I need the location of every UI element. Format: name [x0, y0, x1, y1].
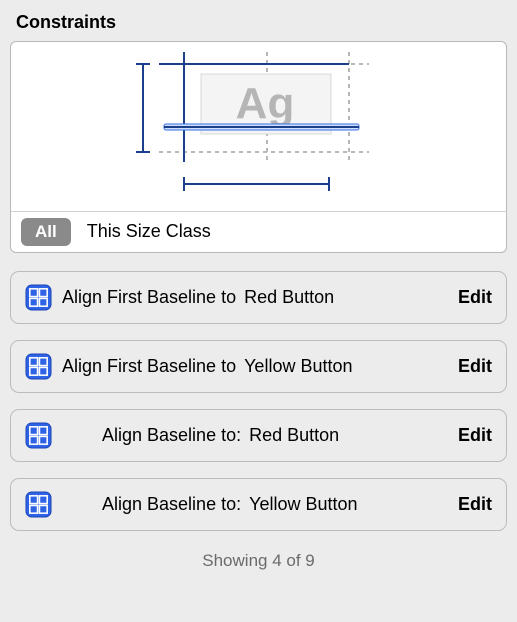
constraints-preview-panel: Ag All This Size Class	[10, 41, 507, 253]
scope-this-size-class[interactable]: This Size Class	[87, 221, 211, 242]
constraint-target[interactable]: Yellow Button	[249, 494, 357, 515]
edit-button[interactable]: Edit	[458, 287, 492, 308]
constraint-preview[interactable]: Ag	[11, 42, 506, 212]
scope-all-pill[interactable]: All	[21, 218, 71, 246]
constraint-relation: Align First Baseline to	[62, 356, 236, 377]
preview-glyph: Ag	[235, 79, 294, 128]
constraint-relation: Align First Baseline to	[62, 287, 236, 308]
constraint-target[interactable]: Yellow Button	[244, 356, 352, 377]
constraint-relation: Align Baseline to:	[102, 494, 241, 515]
constraint-icon	[25, 422, 52, 449]
scope-filter: All This Size Class	[11, 212, 506, 252]
edit-button[interactable]: Edit	[458, 356, 492, 377]
section-title: Constraints	[16, 12, 507, 33]
edit-button[interactable]: Edit	[458, 494, 492, 515]
constraint-icon	[25, 353, 52, 380]
constraint-target[interactable]: Red Button	[249, 425, 339, 446]
constraint-row[interactable]: Align First Baseline to Yellow Button Ed…	[10, 340, 507, 393]
constraint-row[interactable]: Align Baseline to: Red Button Edit	[10, 409, 507, 462]
constraint-list: Align First Baseline to Red Button Edit …	[10, 271, 507, 531]
constraint-icon	[25, 491, 52, 518]
edit-button[interactable]: Edit	[458, 425, 492, 446]
constraint-row[interactable]: Align Baseline to: Yellow Button Edit	[10, 478, 507, 531]
constraint-icon	[25, 284, 52, 311]
constraint-relation: Align Baseline to:	[102, 425, 241, 446]
constraint-diagram: Ag	[129, 52, 389, 202]
constraint-target[interactable]: Red Button	[244, 287, 334, 308]
showing-count: Showing 4 of 9	[10, 551, 507, 571]
constraint-row[interactable]: Align First Baseline to Red Button Edit	[10, 271, 507, 324]
